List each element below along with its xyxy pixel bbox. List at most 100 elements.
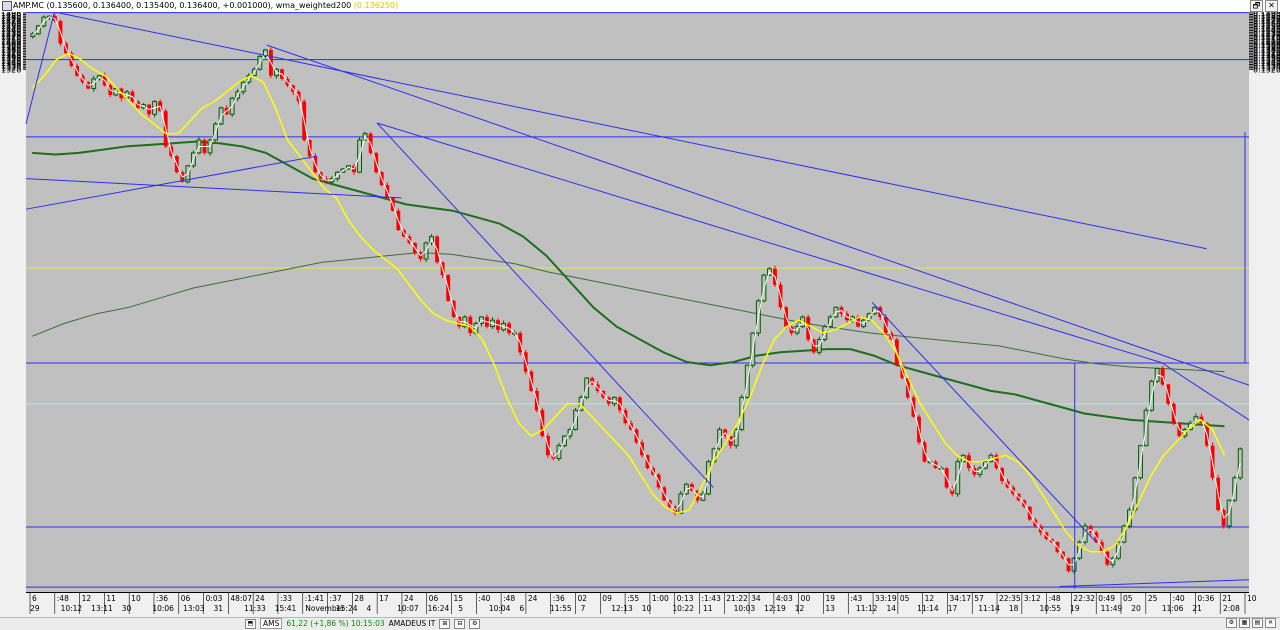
x-tick-label: :48	[503, 594, 515, 603]
x-tick-label: 28	[354, 594, 364, 603]
x-tick-label: :40	[478, 594, 490, 603]
x-tick-label: :48	[57, 594, 69, 603]
x-tick-label: 6	[32, 594, 37, 603]
y-tick-label-right: 0.1320	[1253, 65, 1280, 74]
x-date-label: 11:14	[917, 604, 939, 613]
status-bar: ⬒ AMS 61,22 (+1,86 %) 10:15:03 AMADEUS I…	[0, 617, 1280, 630]
x-tick-label: 02	[578, 594, 588, 603]
x-date-label: 18	[1009, 604, 1019, 613]
x-tick-label: :36	[156, 594, 168, 603]
x-date-label: 10:55	[1039, 604, 1061, 613]
x-tick-label: :43	[850, 594, 862, 603]
x-date-label: 10:04	[489, 604, 511, 613]
x-date-label: 21	[1192, 604, 1202, 613]
grid-icon[interactable]: ⊞	[439, 618, 451, 629]
x-date-label: 7	[581, 604, 586, 613]
x-tick-label: :48	[1049, 594, 1061, 603]
x-date-label: 12	[795, 604, 805, 613]
x-tick-label: 48:07	[230, 594, 252, 603]
quote-readout: 61,22 (+1,86 %) 10:15:03	[286, 619, 385, 628]
x-tick-label: 24	[528, 594, 538, 603]
x-date-label: 11	[703, 604, 713, 613]
x-date-label: 4	[366, 604, 371, 613]
x-date-label: 13:03	[183, 604, 205, 613]
x-date-label: 10	[642, 604, 652, 613]
x-date-label: 29	[30, 604, 40, 613]
settings-icon[interactable]: ⚙	[469, 618, 481, 629]
x-date-label: 11:12	[856, 604, 878, 613]
x-tick-label: 24	[255, 594, 265, 603]
symbol-selector[interactable]: AMS	[260, 618, 283, 629]
x-tick-label: 06	[181, 594, 191, 603]
x-tick-label: 17	[379, 594, 389, 603]
x-date-label: 31	[214, 604, 224, 613]
x-tick-label: 00	[801, 594, 811, 603]
x-tick-label: :55	[627, 594, 639, 603]
x-tick-label: 21:22	[726, 594, 748, 603]
close-panel-icon[interactable]: ✕	[1265, 618, 1276, 628]
x-tick-label: 4:03	[776, 594, 793, 603]
x-tick-label: 15	[454, 594, 464, 603]
plot-area[interactable]	[26, 12, 1249, 592]
x-date-label: 10:12	[61, 604, 83, 613]
x-tick-label: 0:13	[677, 594, 694, 603]
x-tick-label: 0:49	[1098, 594, 1115, 603]
close-button[interactable]: ✕	[1265, 0, 1278, 12]
chart-title: AMP.MC (0.135600, 0.136400, 0.135400, 0.…	[13, 1, 399, 10]
x-date-label: 16:24	[428, 604, 450, 613]
x-tick-label: 05	[900, 594, 910, 603]
x-date-label: 11:55	[550, 604, 572, 613]
x-tick-label: 0:36	[1197, 594, 1214, 603]
x-tick-label: :33	[280, 594, 292, 603]
x-date-label: 17	[948, 604, 958, 613]
x-tick-label: 19	[825, 594, 835, 603]
chart-icon[interactable]: ⬒	[245, 618, 256, 629]
x-date-label: 10:22	[672, 604, 694, 613]
x-tick-label: :40	[1173, 594, 1185, 603]
x-tick-label: 22:32	[1073, 594, 1095, 603]
x-tick-label: 34:17	[949, 594, 971, 603]
x-tick-label: 3:12	[1024, 594, 1041, 603]
x-tick-label: 12	[925, 594, 935, 603]
x-date-label: 11:14	[978, 604, 1000, 613]
x-tick-label: 21	[1222, 594, 1232, 603]
x-date-label: 5	[458, 604, 463, 613]
x-date-label: 6	[519, 604, 524, 613]
layout-icon[interactable]: ▦	[1239, 618, 1250, 628]
x-tick-label: 57	[974, 594, 984, 603]
x-date-label: 13:11	[91, 604, 113, 613]
x-tick-label: 0:03	[206, 594, 223, 603]
x-date-label: 10:06	[152, 604, 174, 613]
x-tick-label: 10	[1247, 594, 1257, 603]
x-date-label: 11:33	[244, 604, 266, 613]
x-tick-label: 34	[751, 594, 761, 603]
panel-icon[interactable]: ⊟	[454, 618, 466, 629]
x-date-label: 19	[1070, 604, 1080, 613]
x-date-label: 13	[825, 604, 835, 613]
x-date-label: 10:07	[397, 604, 419, 613]
x-tick-label: :37	[330, 594, 342, 603]
x-date-label: 30	[122, 604, 132, 613]
x-tick-label: 33:19	[875, 594, 897, 603]
x-tick-label: 09	[602, 594, 612, 603]
x-date-label: 11:06	[1162, 604, 1184, 613]
x-tick-label: 1:00	[652, 594, 669, 603]
x-tick-label: :36	[553, 594, 565, 603]
chart-window-icon	[2, 1, 12, 11]
restore-button[interactable]: 🗗	[1250, 0, 1263, 12]
list-icon[interactable]: ▤	[1252, 618, 1263, 628]
x-date-label: 12:19	[764, 604, 786, 613]
x-tick-label: 24	[404, 594, 414, 603]
options-icon[interactable]: ⚙	[1226, 618, 1237, 628]
x-tick-label: 06	[429, 594, 439, 603]
x-tick-label: 05	[1123, 594, 1133, 603]
x-date-label: 2:08	[1223, 604, 1240, 613]
x-date-label: 15:41	[275, 604, 297, 613]
x-date-label: 15:24	[336, 604, 358, 613]
x-tick-label: 25	[1148, 594, 1158, 603]
x-date-label: 11:49	[1101, 604, 1123, 613]
x-tick-label: :1:41	[305, 594, 325, 603]
window-controls: 🗗 ✕	[1250, 0, 1278, 12]
x-tick-label: 10	[131, 594, 141, 603]
candlestick-chart[interactable]: 1495149014851480147514701465146014551450…	[0, 12, 1280, 617]
